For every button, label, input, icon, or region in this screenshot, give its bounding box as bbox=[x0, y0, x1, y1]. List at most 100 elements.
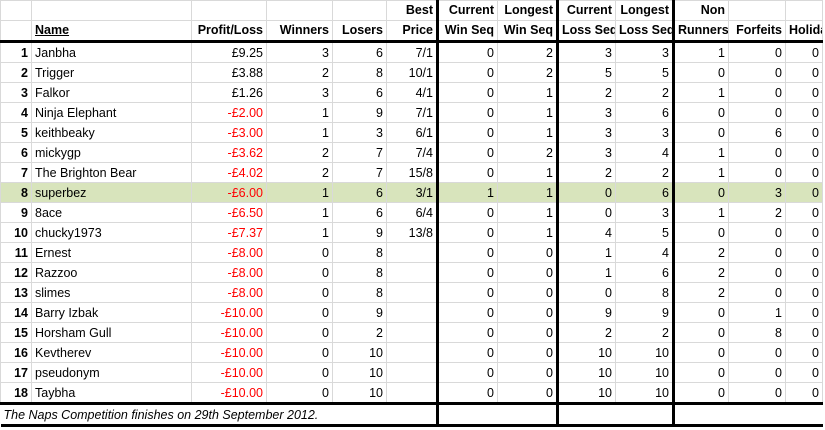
header-name[interactable]: Name bbox=[31, 20, 192, 43]
holiday-cell[interactable]: 0 bbox=[785, 222, 823, 243]
profit-loss-cell[interactable]: -£4.02 bbox=[191, 162, 267, 183]
profit-loss-cell[interactable]: £3.88 bbox=[191, 62, 267, 83]
current-win-seq-cell[interactable]: 0 bbox=[437, 302, 498, 323]
profit-loss-cell[interactable]: -£2.00 bbox=[191, 102, 267, 123]
winners-cell[interactable]: 0 bbox=[266, 262, 333, 283]
longest-win-seq-cell[interactable]: 1 bbox=[497, 222, 559, 243]
name-cell[interactable]: Janbha bbox=[31, 41, 192, 63]
non-runners-cell[interactable]: 0 bbox=[673, 342, 729, 363]
header-winners[interactable]: Winners bbox=[266, 20, 333, 43]
winners-cell[interactable]: 2 bbox=[266, 62, 333, 83]
losers-cell[interactable]: 6 bbox=[332, 82, 387, 103]
holiday-cell[interactable]: 0 bbox=[785, 82, 823, 103]
profit-loss-cell[interactable]: -£3.62 bbox=[191, 142, 267, 163]
losers-cell[interactable]: 9 bbox=[332, 302, 387, 323]
longest-win-seq-cell[interactable]: 2 bbox=[497, 41, 559, 63]
rank-cell[interactable]: 3 bbox=[0, 82, 32, 103]
rank-cell[interactable]: 17 bbox=[0, 362, 32, 383]
current-loss-seq-cell[interactable]: 0 bbox=[557, 202, 616, 223]
rank-cell[interactable]: 7 bbox=[0, 162, 32, 183]
longest-loss-seq-cell[interactable]: 6 bbox=[615, 262, 675, 283]
longest-win-seq-cell[interactable]: 0 bbox=[497, 262, 559, 283]
rank-cell[interactable]: 11 bbox=[0, 242, 32, 263]
non-runners-cell[interactable]: 1 bbox=[673, 202, 729, 223]
forfeits-cell[interactable]: 0 bbox=[728, 242, 786, 263]
holiday-cell[interactable]: 0 bbox=[785, 202, 823, 223]
profit-loss-cell[interactable]: -£10.00 bbox=[191, 362, 267, 383]
rank-cell[interactable]: 9 bbox=[0, 202, 32, 223]
name-cell[interactable]: Razzoo bbox=[31, 262, 192, 283]
profit-loss-cell[interactable]: -£10.00 bbox=[191, 322, 267, 343]
non-runners-cell[interactable]: 0 bbox=[673, 362, 729, 383]
forfeits-cell[interactable]: 0 bbox=[728, 62, 786, 83]
best-price-cell[interactable]: 13/8 bbox=[386, 222, 439, 243]
holiday-cell[interactable]: 0 bbox=[785, 41, 823, 63]
rank-cell[interactable]: 6 bbox=[0, 142, 32, 163]
holiday-cell[interactable]: 0 bbox=[785, 322, 823, 343]
best-price-cell[interactable]: 7/4 bbox=[386, 142, 439, 163]
best-price-cell[interactable]: 4/1 bbox=[386, 82, 439, 103]
longest-win-seq-cell[interactable]: 0 bbox=[497, 242, 559, 263]
losers-cell[interactable]: 8 bbox=[332, 242, 387, 263]
profit-loss-cell[interactable]: -£8.00 bbox=[191, 262, 267, 283]
forfeits-cell[interactable]: 0 bbox=[728, 222, 786, 243]
best-price-cell[interactable]: 15/8 bbox=[386, 162, 439, 183]
winners-cell[interactable]: 3 bbox=[266, 82, 333, 103]
winners-cell[interactable]: 1 bbox=[266, 182, 333, 203]
winners-cell[interactable]: 0 bbox=[266, 342, 333, 363]
longest-win-seq-cell[interactable]: 1 bbox=[497, 202, 559, 223]
longest-loss-seq-cell[interactable]: 5 bbox=[615, 62, 675, 83]
profit-loss-cell[interactable]: -£8.00 bbox=[191, 242, 267, 263]
name-cell[interactable]: Barry Izbak bbox=[31, 302, 192, 323]
holiday-cell[interactable]: 0 bbox=[785, 302, 823, 323]
profit-loss-cell[interactable]: £9.25 bbox=[191, 41, 267, 63]
header-losers[interactable]: Losers bbox=[332, 20, 387, 43]
winners-cell[interactable]: 0 bbox=[266, 282, 333, 303]
rank-cell[interactable]: 15 bbox=[0, 322, 32, 343]
longest-win-seq-cell[interactable]: 1 bbox=[497, 182, 559, 203]
forfeits-cell[interactable]: 0 bbox=[728, 362, 786, 383]
longest-loss-seq-cell[interactable]: 6 bbox=[615, 182, 675, 203]
header-forfeits[interactable]: Forfeits bbox=[728, 20, 786, 43]
holiday-cell[interactable]: 0 bbox=[785, 142, 823, 163]
losers-cell[interactable]: 10 bbox=[332, 362, 387, 383]
winners-cell[interactable]: 3 bbox=[266, 41, 333, 63]
winners-cell[interactable]: 1 bbox=[266, 222, 333, 243]
best-price-cell[interactable]: 3/1 bbox=[386, 182, 439, 203]
current-win-seq-cell[interactable]: 0 bbox=[437, 242, 498, 263]
profit-loss-cell[interactable]: -£10.00 bbox=[191, 382, 267, 404]
non-runners-cell[interactable]: 0 bbox=[673, 182, 729, 203]
longest-loss-seq-cell[interactable]: 4 bbox=[615, 142, 675, 163]
losers-cell[interactable]: 8 bbox=[332, 62, 387, 83]
non-runners-cell[interactable]: 1 bbox=[673, 82, 729, 103]
best-price-cell[interactable]: 7/1 bbox=[386, 102, 439, 123]
current-loss-seq-cell[interactable]: 1 bbox=[557, 242, 616, 263]
holiday-cell[interactable]: 0 bbox=[785, 162, 823, 183]
best-price-cell[interactable] bbox=[386, 302, 439, 323]
current-win-seq-cell[interactable]: 0 bbox=[437, 142, 498, 163]
header-runners[interactable]: Runners bbox=[673, 20, 729, 43]
longest-win-seq-cell[interactable]: 2 bbox=[497, 62, 559, 83]
forfeits-cell[interactable]: 1 bbox=[728, 302, 786, 323]
name-cell[interactable]: Trigger bbox=[31, 62, 192, 83]
holiday-cell[interactable]: 0 bbox=[785, 102, 823, 123]
forfeits-cell[interactable]: 6 bbox=[728, 122, 786, 143]
profit-loss-cell[interactable]: -£8.00 bbox=[191, 282, 267, 303]
current-win-seq-cell[interactable]: 0 bbox=[437, 222, 498, 243]
winners-cell[interactable]: 1 bbox=[266, 122, 333, 143]
longest-win-seq-cell[interactable]: 1 bbox=[497, 82, 559, 103]
best-price-cell[interactable] bbox=[386, 262, 439, 283]
losers-cell[interactable]: 6 bbox=[332, 202, 387, 223]
current-win-seq-cell[interactable]: 0 bbox=[437, 322, 498, 343]
header-profit-loss[interactable]: Profit/Loss bbox=[191, 20, 267, 43]
forfeits-cell[interactable]: 0 bbox=[728, 382, 786, 404]
holiday-cell[interactable]: 0 bbox=[785, 62, 823, 83]
non-runners-cell[interactable]: 0 bbox=[673, 322, 729, 343]
forfeits-cell[interactable]: 0 bbox=[728, 142, 786, 163]
header-current-win[interactable]: Current bbox=[437, 0, 498, 21]
non-runners-cell[interactable]: 1 bbox=[673, 41, 729, 63]
header-win-seq[interactable]: Win Seq bbox=[437, 20, 498, 43]
longest-loss-seq-cell[interactable]: 2 bbox=[615, 82, 675, 103]
best-price-cell[interactable] bbox=[386, 242, 439, 263]
longest-win-seq-cell[interactable]: 2 bbox=[497, 142, 559, 163]
